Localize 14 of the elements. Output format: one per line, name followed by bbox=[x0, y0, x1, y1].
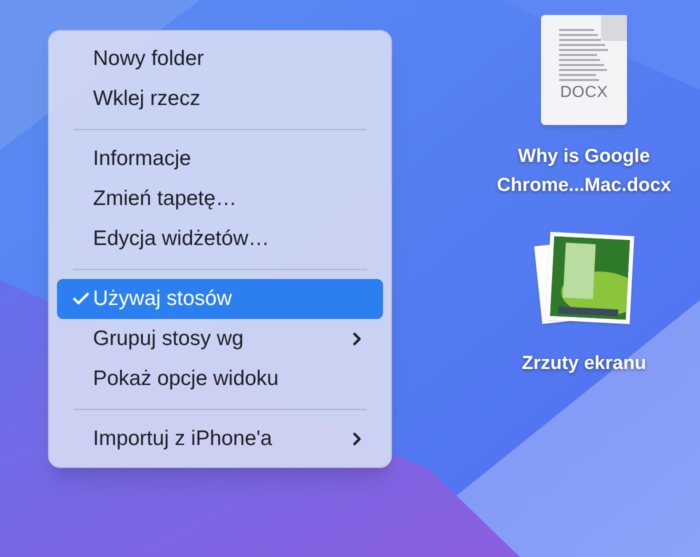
menu-item[interactable]: Wklej rzecz bbox=[57, 79, 383, 119]
file-type-label: DOCX bbox=[560, 85, 608, 101]
menu-item[interactable]: Importuj z iPhone'a bbox=[57, 419, 383, 459]
icon-label: Why is Google bbox=[518, 145, 650, 169]
menu-item[interactable]: Używaj stosów bbox=[57, 279, 383, 319]
menu-item[interactable]: Grupuj stosy wg bbox=[57, 319, 383, 359]
icon-label: Zrzuty ekranu bbox=[522, 352, 646, 376]
icon-label: Chrome...Mac.docx bbox=[496, 174, 672, 198]
menu-item[interactable]: Nowy folder bbox=[57, 39, 383, 79]
menu-item[interactable]: Informacje bbox=[57, 139, 383, 179]
menu-item[interactable]: Zmień tapetę… bbox=[57, 179, 383, 219]
menu-item[interactable]: Pokaż opcje widoku bbox=[57, 359, 383, 399]
page-fold bbox=[601, 15, 627, 41]
menu-item[interactable]: Edycja widżetów… bbox=[57, 219, 383, 259]
